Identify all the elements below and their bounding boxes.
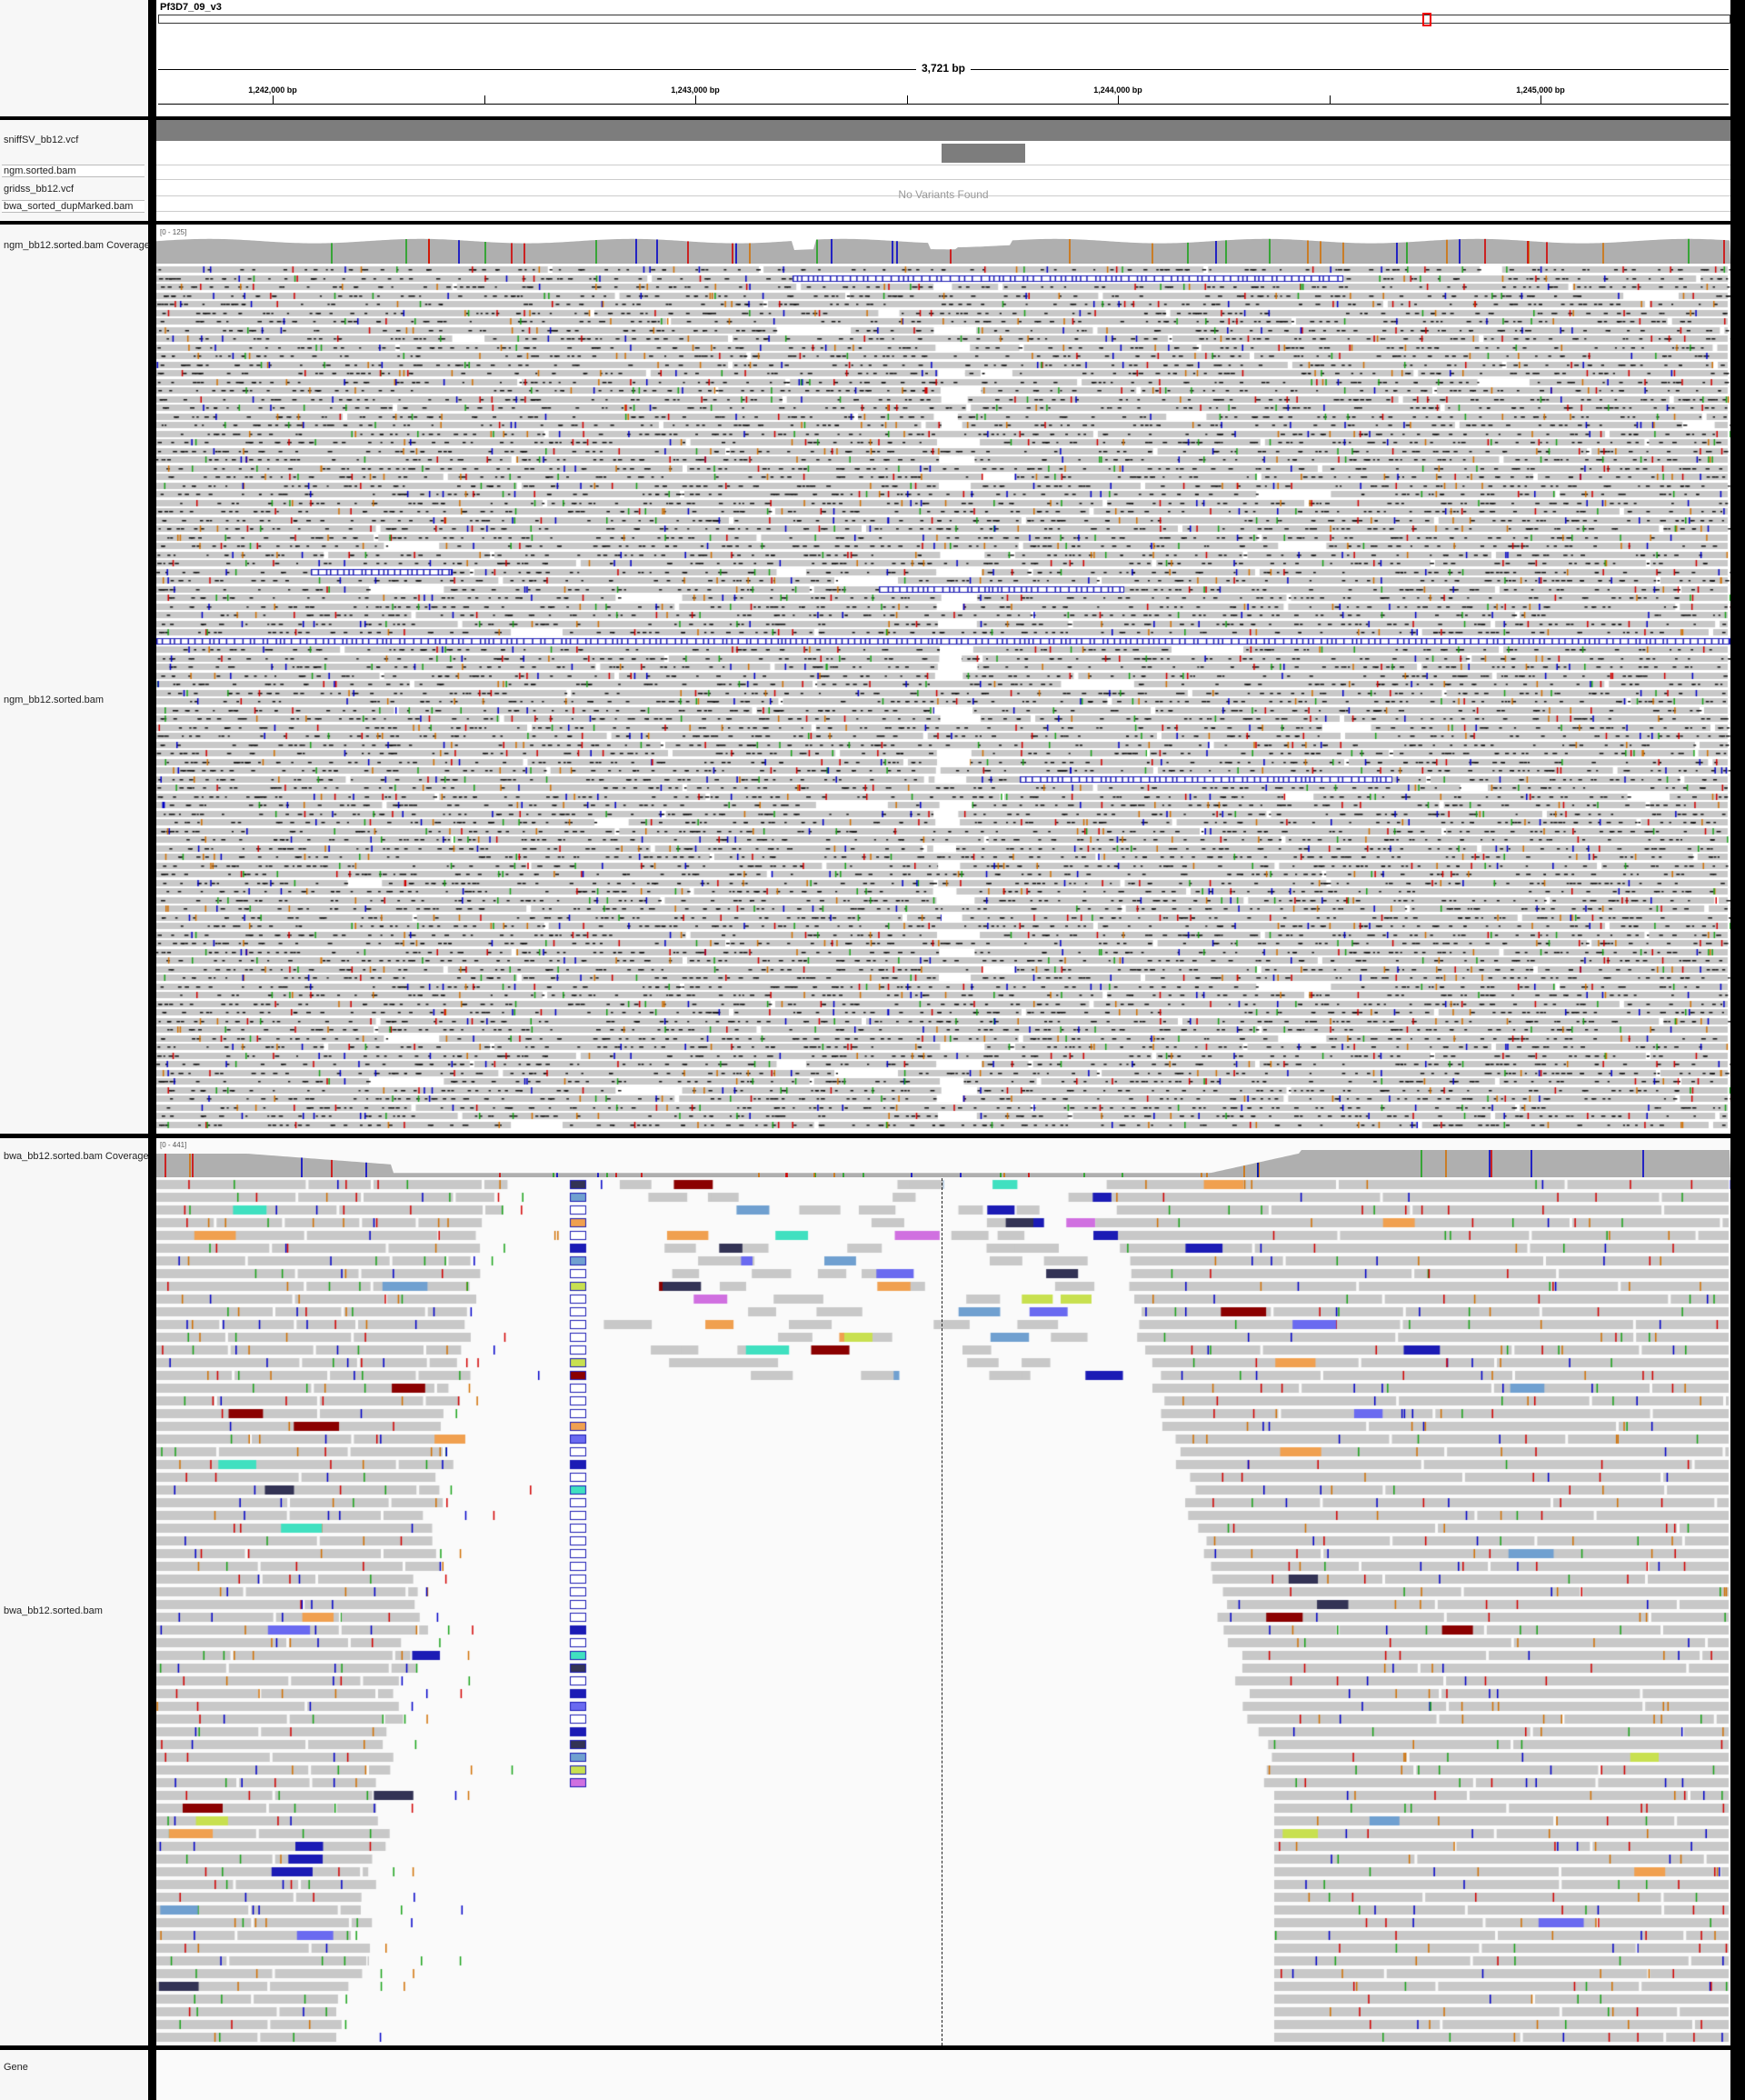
tick <box>484 95 485 104</box>
track-label-bwa-dup[interactable]: bwa_sorted_dupMarked.bam <box>2 200 145 213</box>
chromosome-ideogram[interactable] <box>158 13 1730 26</box>
tick-label: 1,244,000 bp <box>1093 85 1142 95</box>
tick <box>907 95 908 104</box>
track-label-ngm-bam[interactable]: ngm.sorted.bam <box>2 165 145 177</box>
tick <box>1330 95 1331 104</box>
tick-label: 1,245,000 bp <box>1516 85 1565 95</box>
tick <box>1118 95 1119 104</box>
sv-variant-bar[interactable] <box>156 120 1730 141</box>
tick <box>695 95 696 104</box>
sv-variant-call[interactable] <box>942 144 1025 163</box>
span-label: 3,721 bp <box>915 62 972 75</box>
ngm-coverage-range: [0 - 125] <box>160 228 187 236</box>
track-label-bwa-reads[interactable]: bwa_bb12.sorted.bam <box>4 1605 103 1616</box>
bwa-coverage-range: [0 - 441] <box>160 1141 187 1149</box>
span-indicator: 3,721 bp <box>158 62 1729 75</box>
track-name-panel <box>0 0 148 2100</box>
scrollbar-track[interactable] <box>1730 0 1745 2100</box>
tick-label: 1,243,000 bp <box>671 85 720 95</box>
panel-divider[interactable] <box>148 0 156 2100</box>
ngm-alignment-track[interactable] <box>156 265 1730 1134</box>
track-label-ngm-reads[interactable]: ngm_bb12.sorted.bam <box>4 695 104 705</box>
chromosome-name: Pf3D7_09_v3 <box>160 2 222 13</box>
track-label-gridss[interactable]: gridss_bb12.vcf <box>4 184 74 195</box>
gene-track[interactable] <box>156 2050 1730 2100</box>
track-label-ngm-coverage[interactable]: ngm_bb12.sorted.bam Coverage <box>4 240 150 251</box>
tick <box>273 95 274 104</box>
bwa-coverage-track[interactable] <box>156 1139 1730 1177</box>
ngm-coverage-track[interactable] <box>156 225 1730 264</box>
no-variants-message: No Variants Found <box>898 188 989 201</box>
bwa-alignment-track[interactable] <box>156 1178 1730 2045</box>
track-label-bwa-coverage[interactable]: bwa_bb12.sorted.bam Coverage <box>4 1151 149 1162</box>
tick-label: 1,242,000 bp <box>248 85 297 95</box>
track-label-gene[interactable]: Gene <box>4 2062 28 2073</box>
current-region-marker <box>1422 13 1431 26</box>
track-label-sniffsv[interactable]: sniffSV_bb12.vcf <box>4 135 78 145</box>
